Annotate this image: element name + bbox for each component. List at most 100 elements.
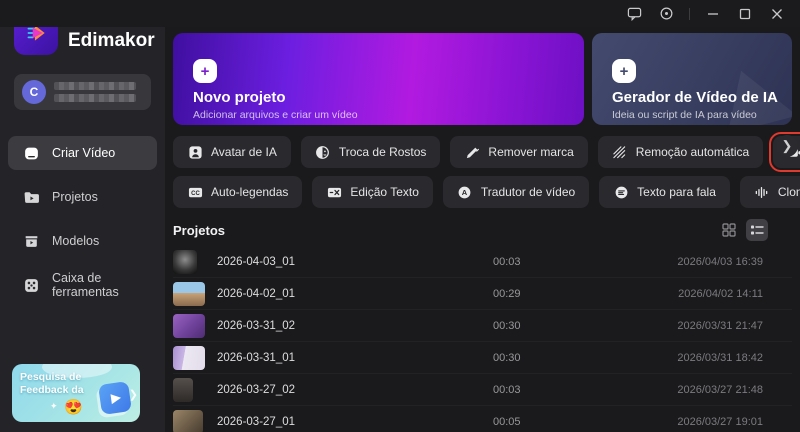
feature-label: Remover marca [488, 145, 574, 159]
projects-folder-icon [22, 188, 40, 206]
feature-auto-legendas[interactable]: CC Auto-legendas [173, 176, 303, 208]
banner-title: Gerador de Vídeo de IA [612, 89, 778, 106]
feature-label: Avatar de IA [211, 145, 277, 159]
main-content: + Novo projeto Adicionar arquivos e cria… [165, 27, 800, 432]
project-date: 2026/03/27 19:01 [677, 415, 763, 428]
sparkle-icon: ✦ [50, 401, 58, 411]
project-row[interactable]: 2026-03-31_01 00:30 2026/03/31 18:42 [173, 342, 792, 374]
project-duration: 00:03 [493, 255, 521, 268]
project-date: 2026/03/27 21:48 [677, 383, 763, 396]
feedback-promo-banner[interactable]: Pesquisa de Feedback da ✦ 😍 ▶ ❯ [12, 364, 140, 422]
feature-remover-marca[interactable]: Remover marca [450, 136, 588, 168]
banner-subtitle: Adicionar arquivos e criar um vídeo [193, 109, 358, 121]
project-row[interactable]: 2026-04-03_01 00:03 2026/04/03 16:39 [173, 246, 792, 278]
feature-label: Texto para fala [637, 185, 716, 199]
project-name: 2026-03-27_02 [217, 383, 296, 396]
user-name-redacted [54, 82, 136, 102]
sidebar-item-projetos[interactable]: Projetos [8, 180, 157, 214]
video-translator-icon: A [457, 184, 473, 200]
feature-label: Tradutor de vídeo [480, 185, 576, 199]
minimize-icon[interactable] [700, 3, 726, 25]
project-duration: 00:30 [493, 351, 521, 364]
chevron-right-icon: ❯ [128, 389, 138, 401]
projects-header: Projetos [173, 218, 792, 242]
sidebar-nav: Criar Vídeo Projetos Modelos Caixa de fe… [0, 136, 165, 302]
app-window: HitPaw Edimakor C Criar Vídeo Projetos [0, 0, 800, 432]
feature-label: Clonar voz [777, 185, 800, 199]
text-to-speech-icon [613, 184, 629, 200]
project-name: 2026-03-31_02 [217, 319, 296, 332]
banner-row: + Novo projeto Adicionar arquivos e cria… [173, 33, 792, 125]
project-thumbnail [173, 377, 193, 402]
feature-troca-de-rostos[interactable]: Troca de Rostos [300, 136, 441, 168]
banner-title: Novo projeto [193, 89, 286, 106]
project-duration: 00:05 [493, 415, 521, 428]
project-duration: 00:03 [493, 383, 521, 396]
project-row[interactable]: 2026-03-27_01 00:05 2026/03/27 19:01 [173, 406, 792, 432]
features-scroll-right-button[interactable]: ❯ [776, 135, 798, 157]
feature-tradutor-de-video[interactable]: A Tradutor de vídeo [442, 176, 590, 208]
brand-name-bottom: Edimakor [68, 29, 155, 51]
watermark-remover-icon [464, 144, 480, 160]
ai-avatar-icon [187, 144, 203, 160]
grid-view-icon[interactable] [718, 219, 740, 241]
heart-eyes-emoji: 😍 [64, 399, 83, 416]
project-date: 2026/03/31 21:47 [677, 319, 763, 332]
sidebar-item-label: Caixa de ferramentas [52, 271, 119, 299]
maximize-icon[interactable] [732, 3, 758, 25]
feature-edicao-texto[interactable]: Edição Texto [312, 176, 433, 208]
record-icon[interactable] [653, 3, 679, 25]
sidebar-item-modelos[interactable]: Modelos [8, 224, 157, 258]
project-name: 2026-04-02_01 [217, 287, 296, 300]
text-edit-icon [326, 184, 342, 200]
feature-label: Remoção automática [635, 145, 750, 159]
user-avatar[interactable]: C [22, 80, 46, 104]
project-date: 2026/04/03 16:39 [677, 255, 763, 268]
templates-icon [22, 232, 40, 250]
project-date: 2026/04/02 14:11 [678, 287, 763, 300]
project-duration: 00:29 [493, 287, 521, 300]
project-row[interactable]: 2026-03-27_02 00:03 2026/03/27 21:48 [173, 374, 792, 406]
ai-video-generator-banner[interactable]: + Gerador de Vídeo de IA Ideia ou script… [592, 33, 792, 125]
feature-remocao-automatica[interactable]: Remoção automática [597, 136, 764, 168]
feature-label: Auto-legendas [211, 185, 289, 199]
project-row[interactable]: 2026-04-02_01 00:29 2026/04/02 14:11 [173, 278, 792, 310]
user-account-chip[interactable]: C [14, 74, 151, 110]
create-video-icon [22, 144, 40, 162]
sidebar-item-criar-video[interactable]: Criar Vídeo [8, 136, 157, 170]
plus-icon: + [612, 59, 636, 83]
promo-text: Pesquisa de Feedback da [20, 371, 84, 396]
project-name: 2026-03-31_01 [217, 351, 296, 364]
projects-title: Projetos [173, 222, 226, 238]
feature-avatar-de-ia[interactable]: Avatar de IA [173, 136, 291, 168]
view-toggle [718, 219, 768, 241]
feedback-icon[interactable] [621, 3, 647, 25]
projects-list: 2026-04-03_01 00:03 2026/04/03 16:39 202… [173, 246, 792, 432]
toolbox-icon [22, 276, 40, 294]
feature-clonar-voz[interactable]: Clonar voz [739, 176, 800, 208]
feature-texto-para-fala[interactable]: Texto para fala [599, 176, 730, 208]
project-row[interactable]: 2026-03-31_02 00:30 2026/03/31 21:47 [173, 310, 792, 342]
project-name: 2026-03-27_01 [217, 415, 296, 428]
voice-clone-icon [754, 184, 770, 200]
new-project-banner[interactable]: + Novo projeto Adicionar arquivos e cria… [173, 33, 584, 125]
close-icon[interactable] [764, 3, 790, 25]
project-thumbnail [173, 281, 205, 306]
titlebar [0, 0, 800, 27]
auto-removal-icon [612, 144, 628, 160]
sidebar-item-caixa-de-ferramentas[interactable]: Caixa de ferramentas [8, 268, 157, 302]
feature-button-row-1: Avatar de IA Troca de Rostos Remover mar… [173, 132, 800, 172]
svg-text:A: A [462, 188, 468, 197]
feature-button-row-2: CC Auto-legendas Edição Texto A Tradutor… [173, 176, 800, 208]
banner-subtitle: Ideia ou script de IA para vídeo [612, 109, 757, 121]
feature-label: Troca de Rostos [338, 145, 427, 159]
subtitles-cc-icon: CC [187, 184, 203, 200]
project-thumbnail [173, 345, 205, 370]
titlebar-divider [689, 7, 690, 20]
project-thumbnail [173, 249, 197, 274]
play-button-graphic: ▶ [98, 381, 132, 415]
list-view-icon[interactable] [746, 219, 768, 241]
plus-icon: + [193, 59, 217, 83]
sidebar: HitPaw Edimakor C Criar Vídeo Projetos [0, 0, 165, 432]
face-swap-icon [315, 144, 331, 160]
